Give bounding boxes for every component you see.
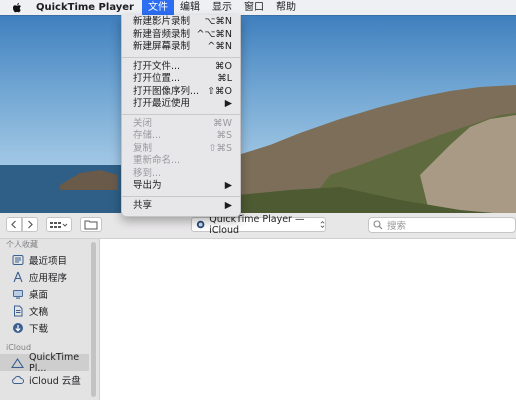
- menu-item-shortcut: ⇧⌘S: [208, 142, 233, 154]
- document-icon: [11, 304, 24, 317]
- grid-view-icon: [50, 221, 68, 228]
- desktop-wallpaper: [0, 15, 516, 215]
- menu-view[interactable]: 显示: [206, 0, 238, 15]
- sidebar-item-label: 应用程序: [29, 272, 68, 284]
- file-menu-dropdown: 新建影片录制 ⌥⌘N 新建音频录制 ^⌥⌘N 新建屏幕录制 ^⌘N 打开文件... ⌘O…: [121, 15, 241, 217]
- menu-bar: QuickTime Player 文件 编辑 显示 窗口 帮助: [0, 0, 516, 15]
- menu-item-close[interactable]: 关闭 ⌘W: [122, 118, 240, 131]
- updown-chevron-icon: [320, 220, 325, 229]
- menu-item-label: 新建音频录制: [133, 28, 191, 40]
- finder-sidebar: 个人收藏 最近项目 应用程序 桌面 文稿 下载 iCloud QuickTime…: [0, 239, 100, 400]
- menu-item-label: 打开文件...: [133, 60, 181, 72]
- finder-toolbar: QuickTime Player — iCloud 搜索: [0, 213, 516, 239]
- sidebar-scrollbar[interactable]: [91, 242, 96, 397]
- clock-icon: [11, 253, 24, 266]
- menu-item-label: 打开位置...: [133, 73, 181, 84]
- menu-item-shortcut: ⌘O: [215, 60, 232, 72]
- menu-item-new-audio-recording[interactable]: 新建音频录制 ^⌥⌘N: [122, 29, 240, 42]
- apple-logo-icon[interactable]: [10, 1, 24, 15]
- wallpaper-landscape: [0, 85, 516, 215]
- applications-icon: [11, 270, 24, 283]
- location-popup[interactable]: QuickTime Player — iCloud: [191, 214, 326, 236]
- chevron-left-icon: [11, 220, 16, 229]
- menu-separator: [122, 195, 240, 197]
- quicktime-icon: [196, 220, 205, 229]
- menu-item-label: 重新命名...: [133, 155, 181, 166]
- menu-item-new-movie-recording[interactable]: 新建影片录制 ⌥⌘N: [122, 16, 240, 29]
- sidebar-item-label: 下载: [29, 323, 49, 335]
- view-options-button[interactable]: [46, 217, 72, 232]
- menu-item-label: 打开图像序列...: [133, 85, 200, 97]
- sidebar-item-quicktime-icloud[interactable]: QuickTime Pl...: [0, 352, 89, 374]
- menu-item-label: 关闭: [133, 117, 153, 129]
- menu-item-label: 打开最近使用: [133, 98, 191, 109]
- download-icon: [11, 321, 24, 334]
- menu-file[interactable]: 文件: [142, 0, 174, 15]
- search-field[interactable]: 搜索: [368, 217, 516, 233]
- menu-window[interactable]: 窗口: [238, 0, 270, 15]
- new-folder-button[interactable]: [80, 217, 102, 232]
- search-placeholder: 搜索: [387, 221, 407, 232]
- menu-item-shortcut: ^⌘N: [207, 41, 232, 52]
- menu-item-open-file[interactable]: 打开文件... ⌘O: [122, 61, 240, 74]
- forward-button[interactable]: [22, 217, 38, 232]
- menu-item-label: 共享: [133, 199, 153, 211]
- favorites-header: 个人收藏: [6, 240, 38, 249]
- menu-item-shortcut: ⌘S: [216, 130, 232, 141]
- sidebar-item-label: 桌面: [29, 289, 49, 301]
- menu-edit[interactable]: 编辑: [174, 0, 206, 15]
- search-icon: [373, 220, 383, 230]
- menu-separator: [122, 56, 240, 58]
- submenu-arrow-icon: ▶: [224, 199, 232, 211]
- back-button[interactable]: [6, 217, 22, 232]
- menu-item-label: 移到...: [133, 167, 162, 179]
- menu-item-new-screen-recording[interactable]: 新建屏幕录制 ^⌘N: [122, 41, 240, 54]
- quicktime-folder-icon: [11, 356, 24, 369]
- sidebar-item-desktop[interactable]: 桌面: [0, 285, 99, 302]
- sidebar-item-applications[interactable]: 应用程序: [0, 268, 99, 285]
- cloud-icon: [11, 373, 24, 386]
- menu-item-open-image-sequence[interactable]: 打开图像序列... ⇧⌘O: [122, 86, 240, 99]
- sidebar-item-label: 最近项目: [29, 255, 68, 267]
- submenu-arrow-icon: ▶: [224, 180, 232, 191]
- menu-item-label: 新建影片录制: [133, 16, 191, 27]
- menu-item-label: 新建屏幕录制: [133, 41, 191, 52]
- menu-item-label: 复制: [133, 142, 153, 154]
- menu-item-label: 导出为: [133, 180, 162, 191]
- sidebar-item-icloud-drive[interactable]: iCloud 云盘: [0, 371, 99, 388]
- menu-item-label: 存储...: [133, 130, 162, 141]
- menu-item-shortcut: ⇧⌘O: [207, 85, 232, 97]
- sidebar-item-downloads[interactable]: 下载: [0, 319, 99, 336]
- menu-item-shortcut: ⌘W: [213, 117, 232, 129]
- menu-help[interactable]: 帮助: [270, 0, 302, 15]
- menu-item-shortcut: ⌥⌘N: [204, 16, 232, 27]
- submenu-arrow-icon: ▶: [224, 98, 232, 109]
- menu-item-shortcut: ⌘L: [217, 73, 232, 84]
- menu-item-share[interactable]: 共享 ▶: [122, 200, 240, 213]
- menu-item-save[interactable]: 存储... ⌘S: [122, 130, 240, 143]
- desktop-icon: [11, 287, 24, 300]
- new-folder-icon: [84, 220, 98, 230]
- chevron-right-icon: [28, 220, 33, 229]
- menu-separator: [122, 113, 240, 115]
- menu-item-move-to[interactable]: 移到...: [122, 168, 240, 181]
- app-menu-quicktime[interactable]: QuickTime Player: [36, 2, 134, 13]
- sidebar-item-recents[interactable]: 最近项目: [0, 251, 99, 268]
- menu-item-open-location[interactable]: 打开位置... ⌘L: [122, 73, 240, 86]
- menu-item-open-recent[interactable]: 打开最近使用 ▶: [122, 98, 240, 111]
- sidebar-item-label: iCloud 云盘: [29, 375, 81, 387]
- menu-item-shortcut: ^⌥⌘N: [196, 28, 232, 40]
- file-browser-pane[interactable]: [100, 239, 516, 400]
- sidebar-item-label: 文稿: [29, 306, 49, 318]
- sidebar-item-documents[interactable]: 文稿: [0, 302, 99, 319]
- menu-item-export-as[interactable]: 导出为 ▶: [122, 180, 240, 193]
- menu-item-rename[interactable]: 重新命名...: [122, 155, 240, 168]
- menu-item-duplicate[interactable]: 复制 ⇧⌘S: [122, 143, 240, 156]
